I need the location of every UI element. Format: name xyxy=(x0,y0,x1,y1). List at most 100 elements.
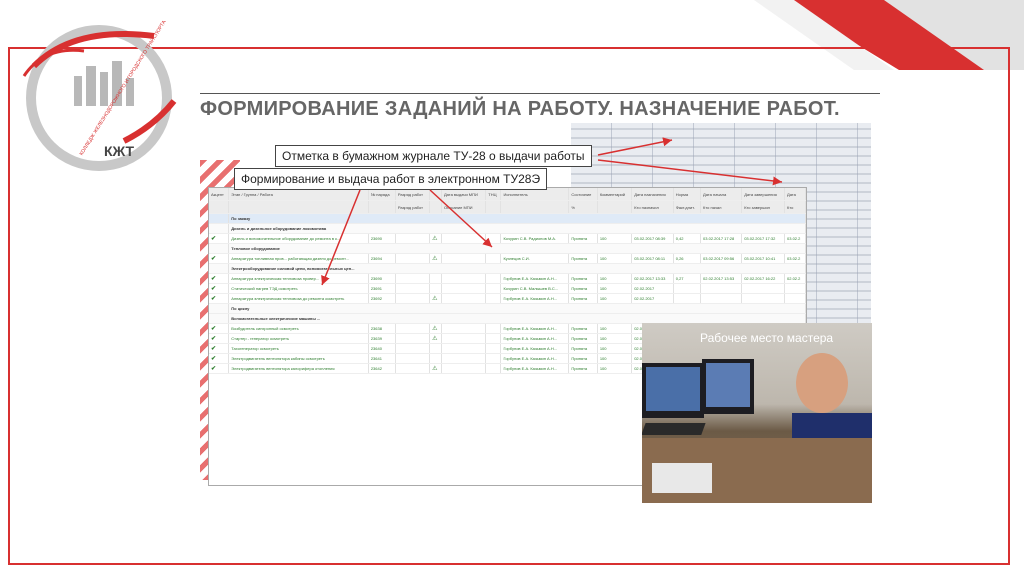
work-state: Принята xyxy=(568,343,598,354)
order-number: 23694 xyxy=(368,253,396,264)
column-header: % xyxy=(568,200,598,214)
grade xyxy=(395,363,431,374)
row-cell xyxy=(209,303,230,314)
worker-name: Горбунов Е.А. Казьмин А.Н... xyxy=(500,363,570,374)
end-date xyxy=(741,293,786,304)
column-header: Комментарий xyxy=(597,188,633,201)
work-name: Стартер - генератор осмотреть xyxy=(228,333,369,344)
warning-icon: ⚠ xyxy=(429,233,442,244)
table-row[interactable]: Тепловое оборудование xyxy=(209,243,806,254)
worker-name: Горбунов Е.А. Казьмин А.Н... xyxy=(500,343,570,354)
table-row[interactable]: Электрооборудование силовой цепи, вспомо… xyxy=(209,263,806,274)
work-name: Дизель и вспомогательное оборудование до… xyxy=(228,233,369,244)
group-name: Тепловое оборудование xyxy=(228,243,806,254)
photo-caption: Рабочее место мастера xyxy=(700,331,834,345)
table-row[interactable]: ✔ Статический нагрев ТЭД осмотреть 23691 Ко… xyxy=(209,283,806,294)
norm-value xyxy=(673,293,702,304)
order-number: 23642 xyxy=(368,363,396,374)
grade xyxy=(395,233,431,244)
warning-icon xyxy=(429,353,442,364)
grade xyxy=(395,283,431,294)
work-percent: 100 xyxy=(597,323,633,334)
mpi-date xyxy=(441,343,487,354)
callout-paper-journal: Отметка в бумажном журнале ТУ-28 о выдач… xyxy=(275,145,592,167)
extra-date xyxy=(784,293,806,304)
work-percent: 100 xyxy=(597,273,633,284)
order-number: 23692 xyxy=(368,293,396,304)
work-name: Аппаратура электрическая тепловоза до ре… xyxy=(228,293,369,304)
order-number: 23690 xyxy=(368,233,396,244)
table-header-row: Разряд работ Описание МПИ% Кто назначил Фак… xyxy=(209,200,806,214)
row-cell xyxy=(209,223,230,234)
table-row[interactable]: ✔ Аппаратура электрическая тепловоза пров… xyxy=(209,273,806,284)
table-row[interactable]: Дизель и дизельное оборудование локомоти… xyxy=(209,223,806,234)
accept-check-icon: ✔ xyxy=(209,353,230,364)
table-row[interactable]: ✔ Аппаратура электрическая тепловоза до р… xyxy=(209,293,806,304)
column-header: Кто назначил xyxy=(631,200,674,214)
column-header xyxy=(368,200,396,214)
tnc xyxy=(485,323,502,334)
tnc xyxy=(485,293,502,304)
tnc xyxy=(485,343,502,354)
mpi-date xyxy=(441,283,487,294)
row-cell xyxy=(209,243,230,254)
warning-icon: ⚠ xyxy=(429,323,442,334)
order-number: 23641 xyxy=(368,353,396,364)
group-name: Дизель и дизельное оборудование локомоти… xyxy=(228,223,806,234)
column-header: Факт.длит. xyxy=(673,200,702,214)
worker-name: Горбунов Е.А. Казьмин А.Н... xyxy=(500,333,570,344)
accept-check-icon: ✔ xyxy=(209,343,230,354)
accept-check-icon: ✔ xyxy=(209,323,230,334)
assigned-date: 02.02.2017 xyxy=(631,283,674,294)
assigned-date: 02.02.2017 13:33 xyxy=(631,273,674,284)
work-state: Принята xyxy=(568,273,598,284)
order-number: 23638 xyxy=(368,323,396,334)
table-row[interactable]: По циклу xyxy=(209,303,806,314)
tnc xyxy=(485,273,502,284)
assigned-date: 02.02.2017 xyxy=(631,293,674,304)
table-row[interactable]: ✔ Дизель и вспомогательное оборудование д… xyxy=(209,233,806,244)
column-header: Дата xyxy=(784,188,806,201)
order-number: 23691 xyxy=(368,283,396,294)
worker-name: Кочурин С.В. Радионов М.А. xyxy=(500,233,570,244)
column-header: Дата завершения xyxy=(741,188,786,201)
mpi-date xyxy=(441,353,487,364)
start-date: 02.02.2017 13:53 xyxy=(700,273,743,284)
callout-electronic-journal: Формирование и выдача работ в электронно… xyxy=(234,168,548,190)
order-number: 23690 xyxy=(368,273,396,284)
norm-value xyxy=(673,283,702,294)
work-percent: 100 xyxy=(597,353,633,364)
order-number: 23640 xyxy=(368,343,396,354)
column-header xyxy=(429,200,442,214)
extra-date: 03.02.2 xyxy=(784,253,806,264)
work-percent: 100 xyxy=(597,343,633,354)
warning-icon xyxy=(429,273,442,284)
table-row[interactable]: По заказу xyxy=(209,213,806,224)
column-header: Разряд работ xyxy=(395,200,431,214)
tnc xyxy=(485,363,502,374)
work-percent: 100 xyxy=(597,283,633,294)
start-date xyxy=(700,293,743,304)
workstation-photo: Рабочее место мастера xyxy=(642,323,872,503)
warning-icon xyxy=(429,283,442,294)
tnc xyxy=(485,253,502,264)
work-state: Принята xyxy=(568,363,598,374)
warning-icon: ⚠ xyxy=(429,363,442,374)
table-row[interactable]: Вспомогательные электрические машины ... xyxy=(209,313,806,324)
table-row[interactable]: ✔ Аппаратура топливная пров... работающая… xyxy=(209,253,806,264)
mpi-date xyxy=(441,333,487,344)
end-date: 03.02.2017 17:32 xyxy=(741,233,786,244)
column-header xyxy=(209,200,230,214)
norm-value: 0,42 xyxy=(673,233,702,244)
work-state: Принята xyxy=(568,353,598,364)
extra-date xyxy=(784,283,806,294)
accept-check-icon: ✔ xyxy=(209,253,230,264)
worker-name: Кочурин С.В. Малышев В.С... xyxy=(500,283,570,294)
tnc xyxy=(485,283,502,294)
column-header: Дата начала xyxy=(700,188,743,201)
mpi-date xyxy=(441,323,487,334)
work-name: Статический нагрев ТЭД осмотреть xyxy=(228,283,369,294)
slide-title: ФОРМИРОВАНИЕ ЗАДАНИЙ НА РАБОТУ. НАЗНАЧЕН… xyxy=(200,93,880,121)
grade xyxy=(395,253,431,264)
row-cell xyxy=(209,213,230,224)
